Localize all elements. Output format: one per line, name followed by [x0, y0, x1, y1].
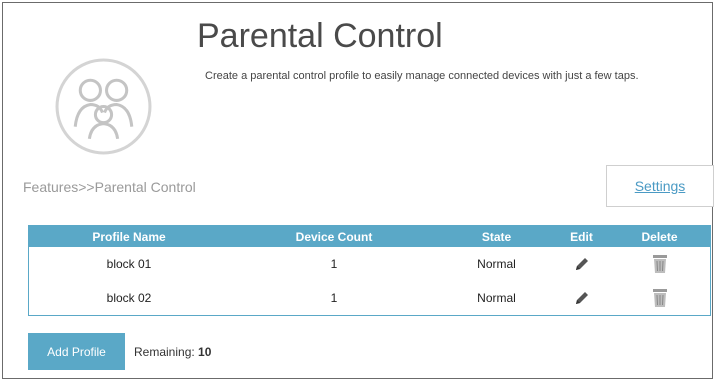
family-icon — [55, 58, 152, 155]
pencil-icon[interactable] — [574, 290, 590, 306]
header-edit: Edit — [570, 229, 593, 244]
remaining-count: Remaining: 10 — [134, 345, 211, 359]
header-delete: Delete — [641, 229, 678, 244]
table-row: block 01 1 Normal — [29, 247, 710, 281]
page-frame: Parental Control Create a parental contr… — [2, 2, 714, 379]
pencil-icon[interactable] — [574, 256, 590, 272]
edit-cell — [554, 247, 609, 281]
delete-cell — [609, 247, 710, 281]
device-count-cell: 1 — [330, 291, 338, 305]
profile-name-cell: block 01 — [106, 257, 152, 271]
page-title: Parental Control — [197, 17, 443, 55]
profile-table: Profile Name Device Count State Edit Del… — [28, 225, 711, 316]
page-subtitle: Create a parental control profile to eas… — [205, 70, 639, 82]
settings-link[interactable]: Settings — [606, 165, 714, 207]
remaining-value: 10 — [198, 345, 212, 359]
edit-cell — [554, 281, 609, 315]
table-header-row: Profile Name Device Count State Edit Del… — [29, 226, 710, 247]
trash-icon[interactable] — [652, 254, 667, 274]
profile-name-cell: block 02 — [106, 291, 152, 305]
trash-icon[interactable] — [652, 288, 667, 308]
state-cell: Normal — [477, 257, 516, 271]
header-device-count: Device Count — [295, 229, 373, 244]
table-row: block 02 1 Normal — [29, 281, 710, 315]
header-profile-name: Profile Name — [92, 229, 166, 244]
remaining-label: Remaining: — [134, 345, 195, 359]
header-state: State — [481, 229, 512, 244]
breadcrumb[interactable]: Features>>Parental Control — [23, 178, 196, 196]
device-count-cell: 1 — [330, 257, 338, 271]
add-profile-button[interactable]: Add Profile — [28, 333, 125, 370]
delete-cell — [609, 281, 710, 315]
state-cell: Normal — [477, 291, 516, 305]
